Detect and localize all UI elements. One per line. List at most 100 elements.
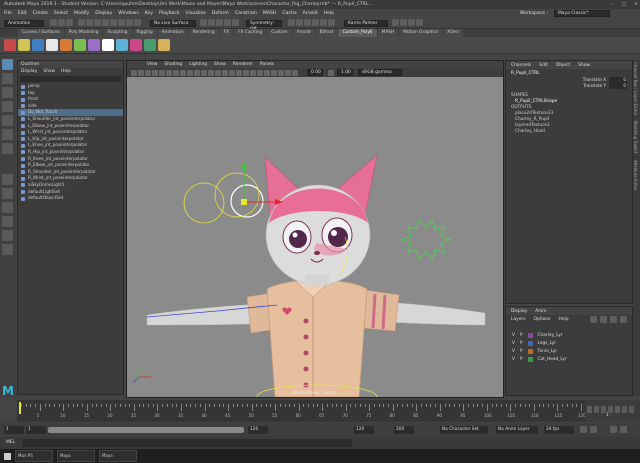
shelf-tab-animation[interactable]: Animation [157, 29, 188, 37]
bookmark-icon[interactable] [138, 69, 144, 76]
menu-display[interactable]: Display [95, 11, 112, 16]
outliner-search-input[interactable] [20, 76, 121, 82]
save-scene-icon[interactable] [66, 18, 73, 26]
loop-icon[interactable] [580, 426, 587, 433]
anim-layer-dropdown[interactable]: No Anim Layer [496, 426, 538, 434]
sculpt-icon[interactable] [304, 18, 311, 26]
channel-box-menu-show[interactable]: Show [578, 63, 590, 68]
preferences-icon[interactable] [620, 426, 627, 433]
menu-key[interactable]: Key [145, 11, 153, 16]
wireframe-on-shaded-icon[interactable] [222, 69, 228, 76]
outliner-item[interactable]: front [18, 96, 123, 103]
layer-playback-toggle[interactable]: P [520, 333, 523, 338]
isolate-select-icon[interactable] [292, 69, 298, 76]
shelf-tab-fx-caching[interactable]: FX Caching [234, 29, 267, 37]
outliner-item[interactable]: aiSkyDomeLight1 [18, 182, 123, 189]
menu-visualize[interactable]: Visualize [186, 11, 206, 16]
layer-name[interactable]: Legs_Lyr [538, 341, 556, 346]
camera-attributes-icon[interactable] [131, 69, 137, 76]
soft-select-icon[interactable] [288, 18, 295, 26]
outliner-item[interactable]: defaultLightSet [18, 189, 123, 196]
outliner-item[interactable]: Do_Not_Touch [18, 109, 123, 116]
menu-cache[interactable]: Cache [282, 11, 296, 16]
layer-row[interactable]: V P Legs_Lyr [506, 339, 632, 347]
taskbar-window[interactable]: Maya [99, 450, 137, 462]
shelf-tool-icon[interactable] [116, 39, 128, 51]
grid-icon[interactable] [152, 69, 158, 76]
snap-grid-icon[interactable] [102, 18, 109, 26]
snap-point-icon[interactable] [118, 18, 125, 26]
ipr-render-icon[interactable] [216, 18, 223, 26]
shelf-tool-icon[interactable] [18, 39, 30, 51]
menu-playback[interactable]: Playback [159, 11, 180, 16]
start-time-field[interactable]: 1 [4, 426, 24, 434]
user-account[interactable]: Karrie Palmer [344, 19, 388, 27]
outliner-item[interactable]: R_Knee_jnt_poseinterpolator [18, 156, 123, 163]
current-frame-field[interactable]: 1 [606, 413, 609, 418]
auto-key-icon[interactable] [610, 426, 617, 433]
taskbar-window[interactable]: Maya [57, 450, 95, 462]
component-icon[interactable] [328, 18, 335, 26]
snap-view-icon[interactable] [126, 18, 133, 26]
character-set-dropdown[interactable]: No Character Set [440, 426, 488, 434]
lasso-tool-icon[interactable] [2, 73, 13, 84]
layer-color-swatch[interactable] [527, 348, 533, 354]
audio-icon[interactable] [590, 426, 597, 433]
outliner-menu-show[interactable]: Show [43, 69, 55, 74]
film-gate-icon[interactable] [159, 69, 165, 76]
exposure-field[interactable]: 0.00 [307, 69, 323, 76]
fps-dropdown[interactable]: 24 fps [544, 426, 574, 434]
safe-title-icon[interactable] [194, 69, 200, 76]
new-empty-layer-icon[interactable] [610, 315, 617, 323]
layer-row[interactable]: V P Torso_Lyr [506, 347, 632, 355]
move-layer-up-icon[interactable] [590, 315, 597, 323]
shelf-tab-sculpting[interactable]: Sculpting [103, 29, 132, 37]
shelf-tool-icon[interactable] [144, 39, 156, 51]
outliner-item[interactable]: R_Wrist_jnt_poseinterpolator [18, 175, 123, 182]
snap-curve-icon[interactable] [110, 18, 117, 26]
viewport-scene[interactable] [127, 77, 504, 397]
play-backwards-icon[interactable] [608, 406, 613, 413]
outliner-item[interactable]: R_Shoulder_jnt_poseinterpolator [18, 169, 123, 176]
shelf-tool-icon[interactable] [4, 39, 16, 51]
channel-box-menu-channels[interactable]: Channels [511, 63, 531, 68]
shelf-tab-poly-modeling[interactable]: Poly Modeling [64, 29, 103, 37]
playback-start-field[interactable]: 1 [26, 426, 46, 434]
shelf-tool-icon[interactable] [88, 39, 100, 51]
scale-tool-icon[interactable] [2, 129, 13, 140]
layer-row[interactable]: V P Cat_Head_Lyr [506, 355, 632, 363]
field-chart-icon[interactable] [180, 69, 186, 76]
depth-of-field-icon[interactable] [285, 69, 291, 76]
layer-playback-toggle[interactable]: P [520, 357, 523, 362]
outliner-item[interactable]: defaultObjectSet [18, 195, 123, 202]
select-component-icon[interactable] [94, 18, 101, 26]
minimize-button[interactable]: – [612, 0, 614, 9]
attribute-editor-icon[interactable] [400, 18, 407, 26]
shelf-tab-fx[interactable]: FX [219, 29, 234, 37]
step-back-key-icon[interactable] [594, 406, 599, 413]
attr-translate-y[interactable]: Translate Y 0 [506, 83, 632, 89]
viewport-menu-panels[interactable]: Panels [260, 62, 274, 67]
screen-space-ao-icon[interactable] [264, 69, 270, 76]
workspace-dropdown[interactable]: Maya Classic* [554, 10, 610, 17]
time-slider[interactable]: 5 10 15 20 25 30 35 40 45 50 55 60 65 70 75 80 85 90 95 100… [17, 400, 623, 422]
layer-color-swatch[interactable] [527, 340, 533, 346]
safe-action-icon[interactable] [187, 69, 193, 76]
shelf-tab-xgen[interactable]: XGen [443, 29, 463, 37]
snap-surface-icon[interactable] [134, 18, 141, 26]
close-button[interactable]: × [634, 0, 638, 9]
resolution-gate-icon[interactable] [166, 69, 172, 76]
layer-tab-anim[interactable]: Anim [535, 309, 546, 314]
viewport-menu-renderer[interactable]: Renderer [233, 62, 253, 67]
menu-create[interactable]: Create [33, 11, 48, 16]
layer-playback-toggle[interactable]: P [520, 349, 523, 354]
tab-channel-box-layer-editor[interactable]: Channel Box / Layer Editor [633, 62, 638, 115]
viewport-menu-show[interactable]: Show [214, 62, 226, 67]
menu-modify[interactable]: Modify [74, 11, 89, 16]
viewport-menu-lighting[interactable]: Lighting [189, 62, 207, 67]
rotate-tool-icon[interactable] [2, 115, 13, 126]
end-time-field[interactable]: 120 [354, 426, 374, 434]
textured-icon[interactable] [243, 69, 249, 76]
shelf-tab-rendering[interactable]: Rendering [188, 29, 219, 37]
shelf-tab-bifrost[interactable]: Bifrost [315, 29, 338, 37]
